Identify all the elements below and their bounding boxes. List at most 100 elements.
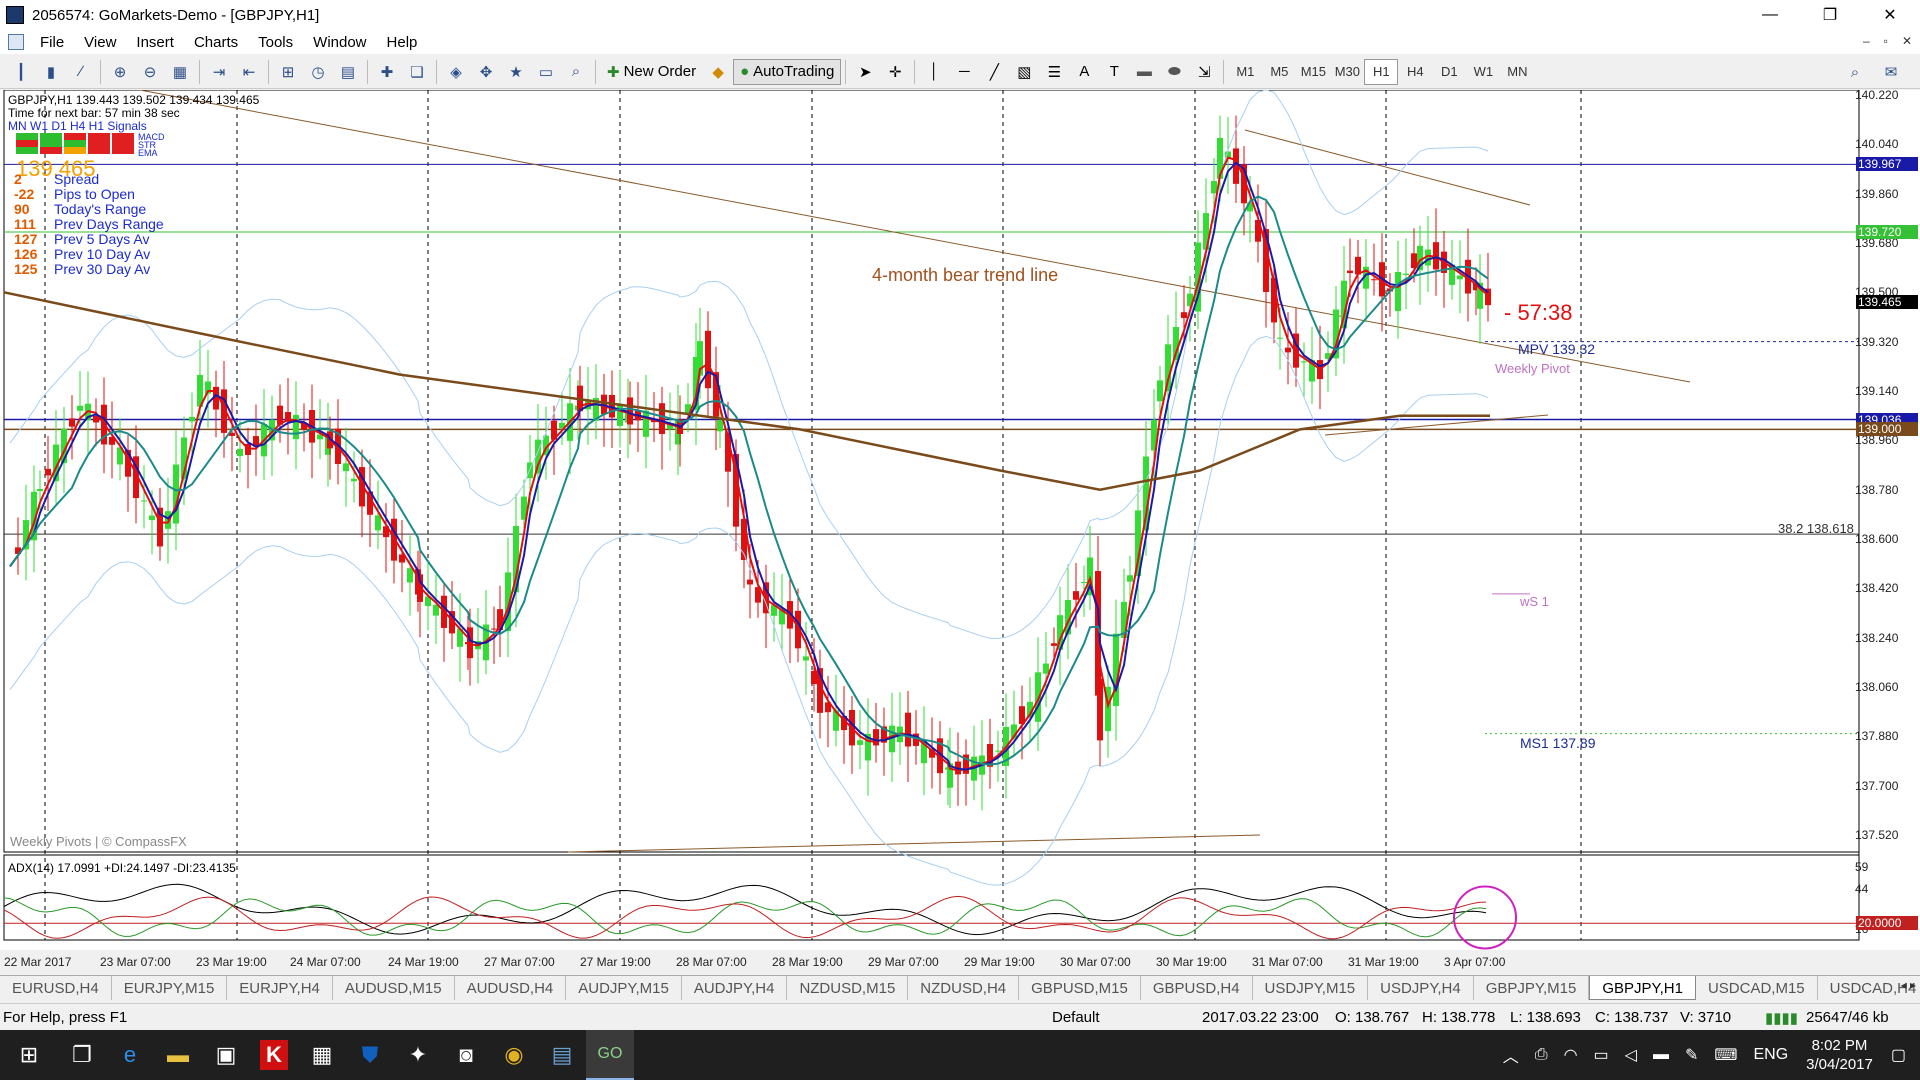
channel-icon[interactable]: ▧ (1009, 59, 1039, 85)
store-icon[interactable]: ▣ (202, 1030, 250, 1080)
chart-tab[interactable]: GBPJPY,H1 (1589, 976, 1696, 1000)
chart-tab[interactable]: NZDUSD,M15 (787, 976, 909, 1000)
tf-m15[interactable]: M15 (1296, 59, 1330, 85)
vertical-line-icon[interactable]: │ (919, 59, 949, 85)
mdi-restore-icon[interactable]: ▫ (1884, 34, 1888, 48)
maximize-icon[interactable]: ❐ (1800, 0, 1860, 30)
data-window-icon[interactable]: ✥ (471, 59, 501, 85)
profiles-icon[interactable]: ❏ (402, 59, 432, 85)
chart-window[interactable] (0, 90, 1920, 950)
chart-tab[interactable]: EURUSD,H4 (0, 976, 112, 1000)
chart-tab[interactable]: USDJPY,H4 (1368, 976, 1474, 1000)
pen-icon[interactable]: ✎ (1677, 1045, 1706, 1065)
chart-tab[interactable]: EURJPY,M15 (112, 976, 228, 1000)
chart-tab[interactable]: GBPUSD,M15 (1019, 976, 1141, 1000)
chart-tab[interactable]: AUDJPY,H4 (682, 976, 788, 1000)
bar-chart-icon[interactable]: ┃ (6, 59, 36, 85)
printer-icon[interactable]: ⎙ (1527, 1046, 1556, 1064)
menu-tools[interactable]: Tools (248, 34, 303, 51)
templates-icon[interactable]: ▤ (333, 59, 363, 85)
zoom-out-icon[interactable]: ⊖ (135, 59, 165, 85)
arrows-icon[interactable]: ⇲ (1189, 59, 1219, 85)
text-label-icon[interactable]: T (1099, 59, 1129, 85)
menu-insert[interactable]: Insert (126, 34, 184, 51)
satellite-icon[interactable]: ✦ (394, 1030, 442, 1080)
tf-h4[interactable]: H4 (1398, 59, 1432, 85)
market-watch-icon[interactable]: ◈ (441, 59, 471, 85)
tf-m30[interactable]: M30 (1330, 59, 1364, 85)
gomarkets-icon[interactable]: GO (586, 1030, 634, 1080)
close-icon[interactable]: ✕ (1860, 0, 1920, 30)
edge-icon[interactable]: e (106, 1030, 154, 1080)
chart-doc-icon[interactable] (8, 34, 24, 50)
mdi-close-icon[interactable]: ✕ (1902, 34, 1912, 48)
tf-mn[interactable]: MN (1500, 59, 1534, 85)
camera-icon[interactable]: ◙ (442, 1030, 490, 1080)
menu-file[interactable]: File (30, 34, 74, 51)
rectangle-icon[interactable]: ▬ (1129, 59, 1159, 85)
chart-tab[interactable]: GBPUSD,H4 (1141, 976, 1253, 1000)
auto-scroll-icon[interactable]: ⇥ (204, 59, 234, 85)
battery-icon[interactable]: ▭ (1586, 1045, 1617, 1065)
price-chart[interactable] (0, 90, 1920, 950)
display-icon[interactable]: ▬ (1645, 1046, 1677, 1064)
menu-view[interactable]: View (74, 34, 126, 51)
k-app-icon[interactable]: K (250, 1030, 298, 1080)
wifi-icon[interactable]: ◠ (1556, 1045, 1586, 1065)
chart-tab[interactable]: USDJPY,M15 (1253, 976, 1369, 1000)
terminal-icon[interactable]: ▭ (531, 59, 561, 85)
chat-icon[interactable]: ✉ (1876, 59, 1906, 85)
mdi-minimize-icon[interactable]: – (1863, 34, 1870, 48)
trendline-icon[interactable]: ╱ (979, 59, 1009, 85)
chart-tab[interactable]: AUDUSD,H4 (455, 976, 567, 1000)
metaeditor-icon[interactable]: ◆ (703, 59, 733, 85)
windows-start-icon[interactable]: ⊞ (0, 1030, 58, 1080)
fibonacci-icon[interactable]: ☰ (1039, 59, 1069, 85)
chart-shift-icon[interactable]: ⇤ (234, 59, 264, 85)
crosshair-icon[interactable]: ✛ (880, 59, 910, 85)
tf-d1[interactable]: D1 (1432, 59, 1466, 85)
cursor-icon[interactable]: ➤ (850, 59, 880, 85)
ellipse-icon[interactable]: ⬬ (1159, 59, 1189, 85)
notifications-icon[interactable]: ▢ (1883, 1045, 1920, 1065)
keyboard-icon[interactable]: ⌨ (1706, 1045, 1745, 1065)
tf-m5[interactable]: M5 (1262, 59, 1296, 85)
candlestick-icon[interactable]: ▮ (36, 59, 66, 85)
new-chart-icon[interactable]: ✚ (372, 59, 402, 85)
line-chart-icon[interactable]: ∕ (66, 59, 96, 85)
shield-icon[interactable]: ⛊ (346, 1030, 394, 1080)
tester-icon[interactable]: ⌕ (561, 59, 591, 85)
chart-tab[interactable]: USDCAD,M15 (1696, 976, 1818, 1000)
file-explorer-icon[interactable]: ▬ (154, 1030, 202, 1080)
periods-icon[interactable]: ◷ (303, 59, 333, 85)
minimize-icon[interactable]: — (1740, 0, 1800, 30)
zoom-in-icon[interactable]: ⊕ (105, 59, 135, 85)
new-order-button[interactable]: ✚ New Order (600, 59, 703, 85)
task-view-icon[interactable]: ❐ (58, 1030, 106, 1080)
search-icon[interactable]: ⌕ (1840, 59, 1870, 85)
tf-w1[interactable]: W1 (1466, 59, 1500, 85)
tf-h1[interactable]: H1 (1364, 58, 1399, 85)
tf-m1[interactable]: M1 (1228, 59, 1262, 85)
chart-tab[interactable]: AUDUSD,M15 (333, 976, 455, 1000)
tab-scroll[interactable]: ◂ ▸ (1901, 978, 1916, 992)
chart-tab[interactable]: NZDUSD,H4 (908, 976, 1020, 1000)
autotrading-button[interactable]: ● AutoTrading (733, 58, 842, 85)
chrome-icon[interactable]: ◉ (490, 1030, 538, 1080)
chart-tab[interactable]: GBPJPY,M15 (1474, 976, 1590, 1000)
menu-help[interactable]: Help (377, 34, 428, 51)
tile-windows-icon[interactable]: ▦ (165, 59, 195, 85)
language[interactable]: ENG (1745, 1046, 1796, 1064)
chart-tab[interactable]: EURJPY,H4 (227, 976, 333, 1000)
tray-chevron-icon[interactable]: ︿ (1495, 1043, 1527, 1067)
calculator-icon[interactable]: ▦ (298, 1030, 346, 1080)
volume-icon[interactable]: ◁ (1617, 1045, 1645, 1065)
menu-window[interactable]: Window (303, 34, 376, 51)
text-icon[interactable]: A (1069, 59, 1099, 85)
image-app-icon[interactable]: ▤ (538, 1030, 586, 1080)
indicators-icon[interactable]: ⊞ (273, 59, 303, 85)
menu-charts[interactable]: Charts (184, 34, 248, 51)
navigator-icon[interactable]: ★ (501, 59, 531, 85)
chart-tab[interactable]: AUDJPY,M15 (566, 976, 682, 1000)
horizontal-line-icon[interactable]: ─ (949, 59, 979, 85)
